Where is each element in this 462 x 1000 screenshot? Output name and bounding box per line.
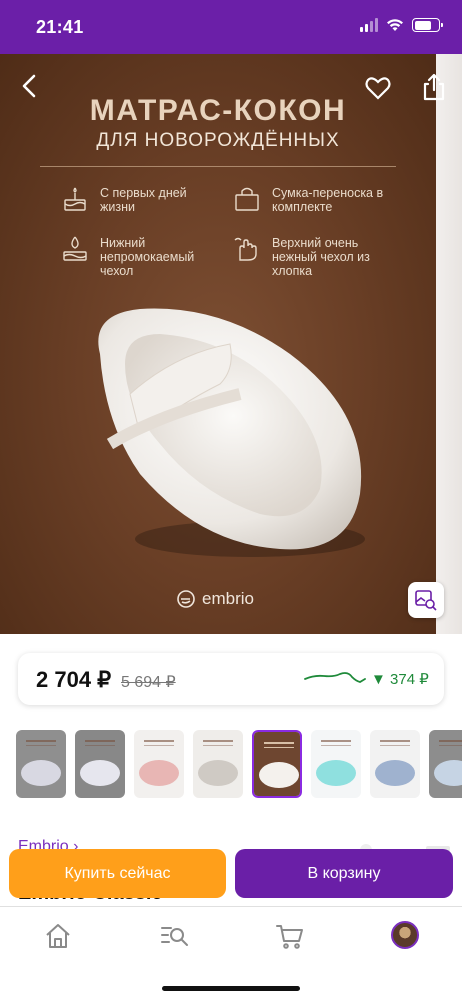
current-price: 2 704 ₽ (36, 667, 112, 692)
thumbnail-2[interactable] (75, 730, 125, 798)
buy-now-button[interactable]: Купить сейчас (9, 849, 226, 898)
thumbnail-8[interactable] (429, 730, 462, 798)
thumbnail-3[interactable] (134, 730, 184, 798)
bag-icon (235, 187, 259, 211)
cake-icon (64, 187, 86, 211)
feature-text: Нижний непромокаемый чехол (100, 236, 195, 278)
cart-icon[interactable] (275, 921, 305, 951)
thumbnail-7[interactable] (370, 730, 420, 798)
image-search-icon (415, 590, 437, 611)
cocoon-mattress-illustration (98, 308, 365, 557)
home-indicator (162, 986, 300, 991)
brand-name: embrio (202, 589, 254, 608)
visual-search-button[interactable] (408, 582, 444, 618)
battery-icon (412, 18, 443, 32)
status-icons (360, 18, 443, 32)
brand-logo: embrio (176, 589, 254, 609)
back-button[interactable] (16, 72, 44, 100)
status-bar: 21:41 (0, 0, 462, 54)
hero-divider (40, 166, 396, 167)
hand-icon (234, 237, 257, 261)
price-drop-badge: ▼ 374 ₽ (371, 671, 429, 688)
thumbnail-6[interactable] (311, 730, 361, 798)
product-image[interactable]: МАТРАС-КОКОН ДЛЯ НОВОРОЖДЁННЫХ С первых … (0, 54, 436, 634)
embrio-logo-icon (177, 590, 195, 608)
next-image-peek[interactable] (436, 54, 462, 634)
thumbnail-5[interactable] (252, 730, 302, 798)
feature-text: Сумка-переноска в комплекте (272, 186, 384, 214)
add-to-cart-button[interactable]: В корзину (235, 849, 453, 898)
favorite-heart-icon[interactable] (364, 74, 392, 102)
thumbnail-1[interactable] (16, 730, 66, 798)
wifi-icon (387, 19, 403, 31)
thumbnail-4[interactable] (193, 730, 243, 798)
feature-text: С первых дней жизни (100, 186, 187, 214)
hero-subtitle: ДЛЯ НОВОРОЖДЁННЫХ (96, 130, 340, 151)
feature-text: Верхний очень нежный чехол из хлопка (272, 236, 370, 278)
cellular-signal-icon (360, 18, 378, 32)
old-price: 5 694 ₽ (121, 674, 176, 691)
price-card: 2 704 ₽ 5 694 ₽ ▼ 374 ₽ (18, 653, 444, 705)
thumbnail-strip (0, 730, 462, 800)
status-time: 21:41 (36, 17, 84, 37)
price-history-sparkline[interactable] (304, 667, 366, 689)
catalog-search-icon[interactable] (159, 921, 189, 951)
share-icon[interactable] (420, 72, 448, 102)
water-drop-icon (63, 236, 87, 261)
profile-avatar[interactable] (391, 921, 419, 949)
home-icon[interactable] (43, 921, 73, 951)
